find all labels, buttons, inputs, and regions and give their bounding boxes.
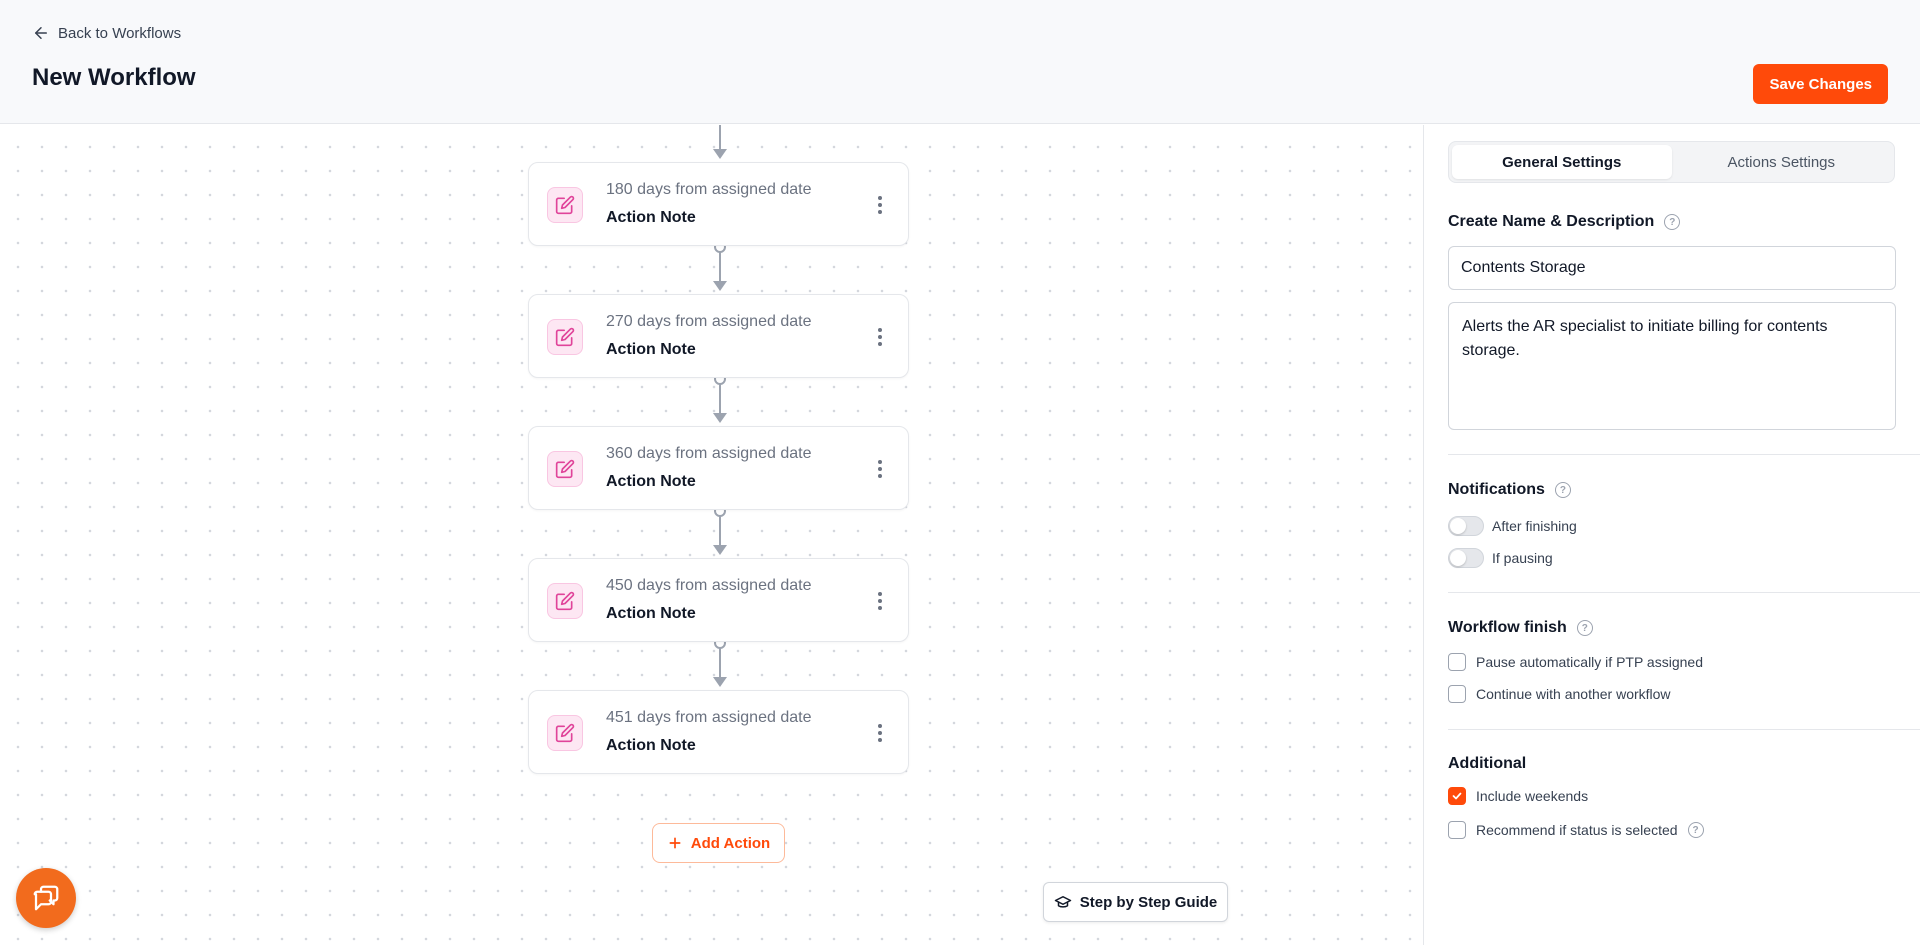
more-vertical-icon[interactable] bbox=[870, 193, 890, 217]
workflow-finish-title: Workflow finish bbox=[1448, 619, 1567, 636]
more-vertical-icon[interactable] bbox=[870, 457, 890, 481]
connector-arrow bbox=[713, 149, 727, 159]
notifications-heading: Notifications ? bbox=[1448, 481, 1571, 499]
guide-label: Step by Step Guide bbox=[1079, 893, 1218, 911]
connector-arrow bbox=[713, 677, 727, 687]
workflow-description-input[interactable]: Alerts the AR specialist to initiate bil… bbox=[1448, 302, 1896, 430]
connector-line bbox=[719, 252, 721, 282]
additional-title: Additional bbox=[1448, 755, 1527, 772]
chat-bubbles-icon bbox=[33, 885, 59, 911]
action-card[interactable]: 270 days from assigned date Action Note bbox=[528, 294, 909, 378]
recommend-status-row: Recommend if status is selected ? bbox=[1448, 821, 1704, 839]
action-card[interactable]: 450 days from assigned date Action Note bbox=[528, 558, 909, 642]
checkbox-label: Recommend if status is selected bbox=[1476, 822, 1678, 838]
divider bbox=[1448, 454, 1920, 455]
checkbox-label: Continue with another workflow bbox=[1476, 686, 1671, 702]
divider bbox=[1448, 592, 1920, 593]
if-pausing-toggle-row: If pausing bbox=[1448, 548, 1553, 568]
action-type: Action Note bbox=[606, 737, 696, 754]
pause-automatically-row: Pause automatically if PTP assigned bbox=[1448, 653, 1703, 671]
more-vertical-icon[interactable] bbox=[870, 589, 890, 613]
page-header: Back to Workflows New Workflow Save Chan… bbox=[0, 0, 1920, 124]
action-delay: 270 days from assigned date bbox=[606, 313, 812, 330]
help-circle-icon[interactable]: ? bbox=[1554, 482, 1571, 498]
include-weekends-row: Include weekends bbox=[1448, 787, 1588, 805]
help-circle-icon[interactable]: ? bbox=[1576, 620, 1593, 636]
edit-note-icon bbox=[547, 715, 583, 751]
connector-line bbox=[719, 125, 721, 149]
continue-another-workflow-checkbox[interactable] bbox=[1448, 685, 1466, 703]
after-finishing-toggle-row: After finishing bbox=[1448, 516, 1577, 536]
connector-arrow bbox=[713, 281, 727, 291]
step-by-step-guide-button[interactable]: Step by Step Guide bbox=[1043, 882, 1228, 922]
name-description-heading: Create Name & Description ? bbox=[1448, 213, 1681, 231]
settings-panel: General Settings Actions Settings Create… bbox=[1423, 125, 1920, 945]
add-action-label: Add Action bbox=[690, 834, 771, 852]
tab-general-settings[interactable]: General Settings bbox=[1452, 145, 1672, 179]
action-card[interactable]: 360 days from assigned date Action Note bbox=[528, 426, 909, 510]
connector-line bbox=[719, 648, 721, 678]
action-delay: 450 days from assigned date bbox=[606, 577, 812, 594]
arrow-left-icon bbox=[35, 27, 47, 39]
check-icon bbox=[1452, 792, 1462, 800]
workflow-canvas[interactable]: 180 days from assigned date Action Note … bbox=[0, 125, 1423, 945]
workflow-finish-heading: Workflow finish ? bbox=[1448, 619, 1593, 637]
connector-arrow bbox=[713, 413, 727, 423]
help-circle-icon[interactable]: ? bbox=[1664, 214, 1681, 230]
more-vertical-icon[interactable] bbox=[870, 721, 890, 745]
settings-tabs: General Settings Actions Settings bbox=[1448, 141, 1895, 183]
action-type: Action Note bbox=[606, 209, 696, 226]
help-circle-icon[interactable]: ? bbox=[1687, 822, 1704, 838]
chat-button[interactable] bbox=[16, 868, 76, 928]
action-delay: 451 days from assigned date bbox=[606, 709, 812, 726]
action-type: Action Note bbox=[606, 341, 696, 358]
action-card[interactable]: 180 days from assigned date Action Note bbox=[528, 162, 909, 246]
action-type: Action Note bbox=[606, 605, 696, 622]
recommend-status-checkbox[interactable] bbox=[1448, 821, 1466, 839]
connector-line bbox=[719, 384, 721, 414]
checkbox-label: Include weekends bbox=[1476, 788, 1589, 804]
checkbox-label: Pause automatically if PTP assigned bbox=[1476, 654, 1703, 670]
toggle-label: After finishing bbox=[1492, 518, 1577, 534]
name-description-title: Create Name & Description bbox=[1448, 213, 1655, 230]
if-pausing-toggle[interactable] bbox=[1448, 548, 1484, 568]
connector-line bbox=[719, 516, 721, 546]
edit-note-icon bbox=[547, 583, 583, 619]
continue-another-workflow-row: Continue with another workflow bbox=[1448, 685, 1671, 703]
save-changes-button[interactable]: Save Changes bbox=[1753, 64, 1888, 104]
pause-automatically-checkbox[interactable] bbox=[1448, 653, 1466, 671]
graduation-cap-icon bbox=[1054, 896, 1071, 908]
notifications-title: Notifications bbox=[1448, 481, 1545, 498]
plus-icon bbox=[669, 837, 681, 849]
action-type: Action Note bbox=[606, 473, 696, 490]
edit-note-icon bbox=[547, 319, 583, 355]
edit-note-icon bbox=[547, 187, 583, 223]
toggle-label: If pausing bbox=[1492, 550, 1553, 566]
connector-arrow bbox=[713, 545, 727, 555]
page-title: New Workflow bbox=[32, 64, 196, 91]
edit-note-icon bbox=[547, 451, 583, 487]
tab-actions-settings[interactable]: Actions Settings bbox=[1672, 145, 1892, 179]
action-card[interactable]: 451 days from assigned date Action Note bbox=[528, 690, 909, 774]
action-delay: 360 days from assigned date bbox=[606, 445, 812, 462]
add-action-button[interactable]: Add Action bbox=[652, 823, 785, 863]
after-finishing-toggle[interactable] bbox=[1448, 516, 1484, 536]
back-to-workflows-link[interactable]: Back to Workflows bbox=[32, 24, 181, 42]
back-link-label: Back to Workflows bbox=[58, 24, 182, 42]
divider bbox=[1448, 729, 1920, 730]
workflow-name-input[interactable] bbox=[1448, 246, 1896, 290]
include-weekends-checkbox[interactable] bbox=[1448, 787, 1466, 805]
more-vertical-icon[interactable] bbox=[870, 325, 890, 349]
additional-heading: Additional bbox=[1448, 755, 1526, 773]
action-delay: 180 days from assigned date bbox=[606, 181, 812, 198]
